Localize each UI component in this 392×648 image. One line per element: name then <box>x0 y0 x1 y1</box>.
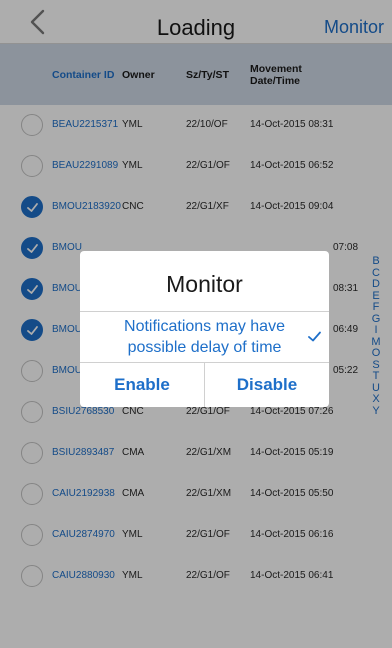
checkmark-icon <box>308 331 321 342</box>
dialog-title: Monitor <box>166 271 243 297</box>
dialog-message-line2: possible delay of time <box>127 339 282 356</box>
monitor-dialog: Monitor Notifications may have possible … <box>80 251 329 407</box>
disable-button[interactable]: Disable <box>205 363 329 407</box>
notification-delay-option[interactable]: Notifications may have possible delay of… <box>80 312 329 362</box>
enable-button[interactable]: Enable <box>80 363 204 407</box>
dialog-message-line1: Notifications may have <box>124 318 285 335</box>
loading-screen: Loading Monitor Container ID Owner Sz/Ty… <box>0 0 392 648</box>
